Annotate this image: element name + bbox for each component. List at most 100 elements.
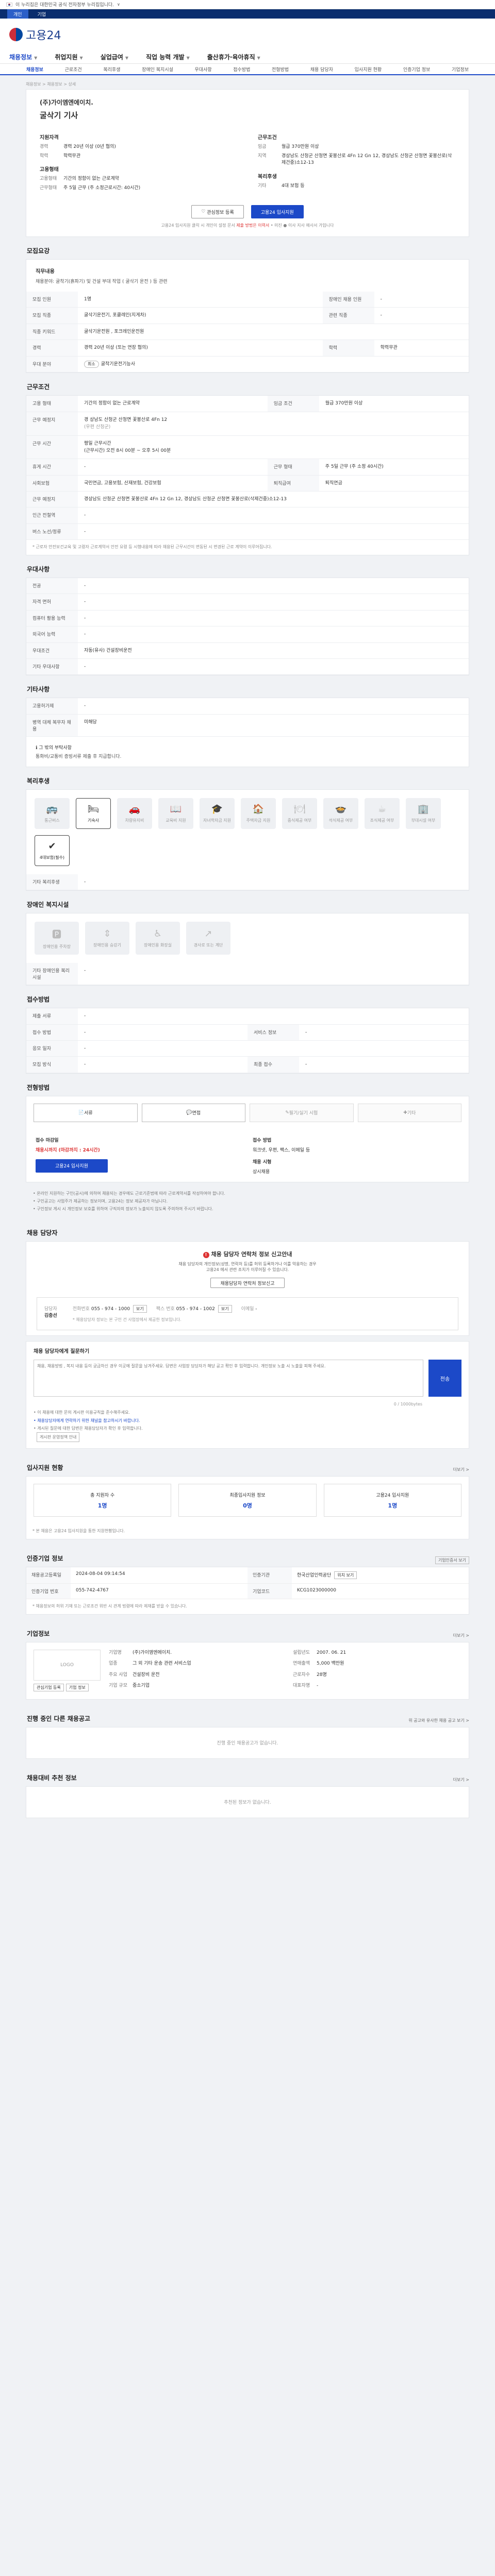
welfare-icon: 🏢 [417, 803, 430, 815]
section-title-similar: 진행 중인 다른 채용공고 [27, 1715, 90, 1722]
deadline-value: 채용시까지 (마감까지 : 24시간) [36, 1147, 100, 1153]
section-title-stats: 입사지원 현황 [27, 1464, 63, 1472]
plus-icon: ✚ [403, 1110, 407, 1115]
favorite-company-button[interactable]: 관심기업 등록 [34, 1683, 64, 1691]
interest-button[interactable]: ♡ 관심정보 등록 [191, 205, 244, 218]
nav-item-jobs[interactable]: 채용정보 ▼ [9, 53, 37, 61]
gov-banner: 이 누리집은 대한민국 공식 전자정부 누리집입니다. ∨ [0, 0, 495, 9]
welfare-item: 🎓 자녀학자금 지원 [200, 798, 235, 829]
welfare-icon: 📖 [170, 803, 182, 815]
prefer-box: 전공 - 자격 면허 - 컴퓨터 활용 능력 - 외국어 능력 - 우대조건 자동(유사)… [26, 578, 469, 676]
tab-apply[interactable]: 접수방법 [233, 66, 250, 73]
apply-note: 고용24 입사지원 클릭 시 개인이 설정 문서 제출 방법은 이력서 • 미진… [161, 223, 334, 228]
section-title-contact: 채용 담당자 [27, 1229, 58, 1237]
section-title-etc: 기타사항 [27, 686, 50, 693]
location-button[interactable]: 위치 보기 [334, 1571, 357, 1579]
heart-icon: ♡ [201, 209, 207, 214]
tab-recruit[interactable]: 채용정보 [26, 66, 43, 73]
apply-button[interactable]: 고용24 입사지원 [251, 205, 304, 218]
nav-item-support[interactable]: 취업지원 ▼ [55, 53, 82, 61]
job-summary-card: (주)가이엠엔에이치. 굴삭기 기사 지원자격 경력 경력 20년 이상 (0년 … [26, 89, 469, 237]
job-title: 굴삭기 기사 [40, 111, 78, 120]
step-test: ✎ 필기/실기 시험 [250, 1103, 354, 1122]
main-nav: 채용정보 ▼ 취업지원 ▼ 실업급여 ▼ 직업 능력 개발 ▼ 출산휴가·육아휴직 ▼ [0, 50, 495, 64]
disab-item: ♿ 장애인용 화장실 [136, 922, 180, 955]
section-title-cert: 인증기업 정보 [27, 1554, 63, 1562]
section-title-welfare: 복리후생 [27, 777, 50, 785]
tab-cert[interactable]: 인증기업 정보 [403, 66, 431, 73]
stats-more-link[interactable]: 더보기 > [453, 1467, 469, 1472]
contact-box: ! 채용 담당자 연락처 정보 신고안내 채용 담당자의 개인정보(성명, 연락처… [26, 1241, 469, 1336]
send-button[interactable]: 전송 [428, 1360, 461, 1397]
step-document: 📄 서류 [34, 1103, 138, 1122]
chevron-down-icon[interactable]: ∨ [117, 2, 120, 7]
qa-box: 채용 담당자에게 질문하기 전송 0 / 1000bytes • 이 채용에 대… [26, 1341, 469, 1449]
welfare-icon: 🏠 [252, 803, 265, 815]
nav-item-training[interactable]: 직업 능력 개발 ▼ [146, 53, 190, 61]
welfare-icon: 🎓 [211, 803, 223, 815]
certificate-button[interactable]: 기업인증서 보기 [435, 1556, 469, 1564]
company-more-link[interactable]: 더보기 > [453, 1633, 469, 1638]
flag-icon [6, 2, 12, 7]
chevron-down-icon: ▼ [79, 56, 83, 60]
summary-left: 지원자격 경력 경력 20년 이상 (0년 협의) 학력 학력무관 고용형태 고용형… [40, 128, 237, 194]
company-logo: LOGO [34, 1649, 101, 1681]
tab-welfare[interactable]: 복리후생 [103, 66, 120, 73]
disability-box: 🅿 장애인용 주차장 ⇕ 장애인용 승강기 ♿ 장애인용 화장실 ↗ 경사로 또는 계단 기타… [26, 913, 469, 986]
summary-right: 근무조건 임금 월급 370만원 이상 지역 경상남도 산청군 산청면 꽃봉산로 4… [258, 128, 455, 194]
tab-company[interactable]: 기업 [38, 11, 46, 18]
disab-icon: ↗ [204, 928, 212, 940]
disab-icon: ⇕ [103, 928, 111, 940]
welfare-item: ☕ 조식제공 여부 [365, 798, 400, 829]
disab-item: 🅿 장애인용 주차장 [35, 922, 79, 955]
tab-company[interactable]: 기업정보 [452, 66, 469, 73]
company-name[interactable]: (주)가이엠엔에이치. [40, 98, 455, 107]
apply-box: 제출 서류 - 접수 방법 - 서비스 정보 - 응모 일자 - 모집 방식 - 최종 접수 - [26, 1008, 469, 1074]
similar-more-link[interactable]: 위 공고와 유사한 채용 공고 보기 > [408, 1718, 469, 1723]
tab-individual[interactable]: 개인 [7, 9, 28, 19]
welfare-item: 🍽 중식제공 여부 [282, 798, 317, 829]
company-info-button[interactable]: 기업 정보 [65, 1683, 89, 1691]
section-title-company: 기업정보 [27, 1630, 50, 1637]
chat-icon: 💬 [186, 1110, 192, 1115]
question-input[interactable] [34, 1360, 423, 1397]
welfare-icon: 🛏 [87, 803, 100, 815]
chevron-down-icon: ▼ [257, 56, 260, 60]
welfare-icon: 🍲 [335, 803, 347, 815]
breadcrumb: 채용정보 > 채용정보 > 상세 [26, 82, 76, 87]
report-contact-button[interactable]: 채용담당자 연락처 정보신고 [210, 1278, 285, 1289]
tab-screening[interactable]: 전형방법 [272, 66, 289, 73]
chevron-down-icon: ▼ [125, 56, 128, 60]
welfare-item: 🏠 주택자금 지원 [241, 798, 276, 829]
welfare-item: 📖 교육비 지원 [158, 798, 193, 829]
tab-prefer[interactable]: 우대사항 [195, 66, 212, 73]
nav-item-leave[interactable]: 출산휴가·육아휴직 ▼ [207, 53, 260, 61]
tab-contact[interactable]: 채용 담당자 [310, 66, 333, 73]
disab-icon: 🅿 [52, 929, 61, 940]
alert-icon: ! [203, 1252, 209, 1259]
show-phone-button[interactable]: 보기 [133, 1305, 147, 1313]
disab-icon: ♿ [153, 928, 162, 940]
content: 채용정보 > 채용정보 > 상세 (주)가이엠엔에이치. 굴삭기 기사 지원자격… [26, 75, 469, 1844]
disability-icons: 🅿 장애인용 주차장 ⇕ 장애인용 승강기 ♿ 장애인용 화장실 ↗ 경사로 또는 계단 [26, 913, 469, 963]
tab-condition[interactable]: 근로조건 [65, 66, 82, 73]
welfare-item: 🍲 석식제공 여부 [323, 798, 358, 829]
recommend-more-link[interactable]: 더보기 > [453, 1777, 469, 1783]
board-policy-link[interactable]: 게시판 운영정책 안내 [37, 1432, 80, 1443]
apply-button-2[interactable]: 고용24 입사지원 [36, 1159, 108, 1173]
summary-cond-title: 근무조건 [258, 135, 277, 141]
summary-welfare-title: 복리후생 [258, 174, 277, 180]
summary-type-title: 고용형태 [40, 167, 59, 173]
welfare-item: 🛏 기숙사 [76, 798, 111, 829]
section-title-prefer: 우대사항 [27, 566, 50, 573]
recruit-table: 모집 인원 1명 장애인 채용 인원 - 모집 직종 굴삭기운전기, 포클레인(지게차)… [26, 292, 469, 373]
section-title-disability: 장애인 복지시설 [27, 901, 69, 909]
site-logo[interactable]: 고용24 [26, 26, 61, 43]
tab-disability[interactable]: 장애인 복지시설 [142, 66, 173, 73]
nav-item-unemployment[interactable]: 실업급여 ▼ [101, 53, 128, 61]
tab-stats[interactable]: 입사지원 현황 [355, 66, 382, 73]
pencil-icon: ✎ [285, 1110, 289, 1115]
show-fax-button[interactable]: 보기 [218, 1305, 232, 1313]
job-description: 채용분야: 굴착기(흙파기) 및 건설 부대 작업 ( 굴삭기 운전 ) 등 관… [36, 279, 168, 284]
welfare-icon: 🚗 [128, 803, 141, 815]
